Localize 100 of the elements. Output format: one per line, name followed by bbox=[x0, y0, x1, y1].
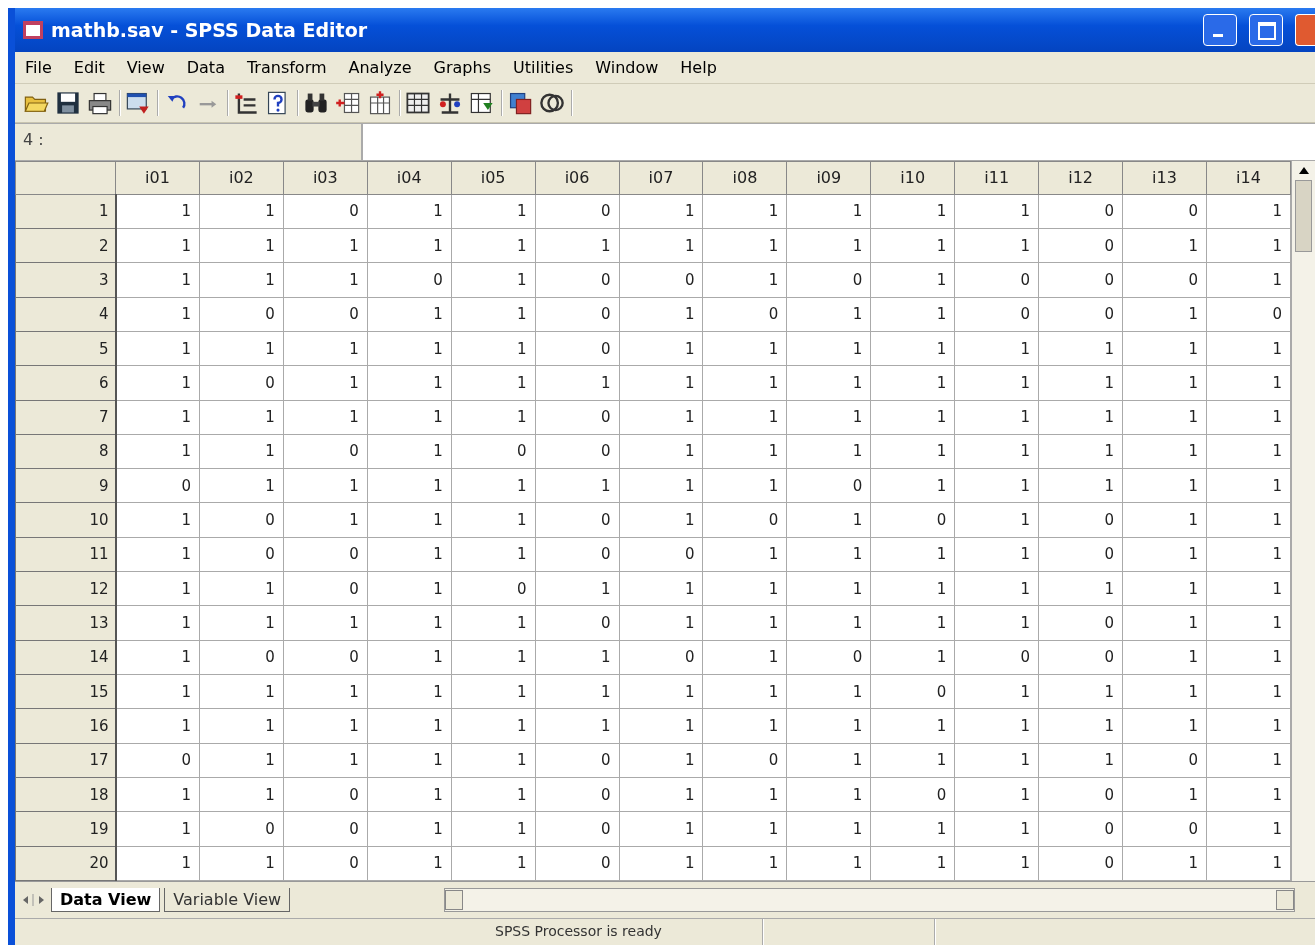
table-cell[interactable]: 1 bbox=[1122, 365, 1207, 400]
table-cell[interactable]: 1 bbox=[870, 811, 955, 847]
table-cell[interactable]: 1 bbox=[451, 331, 536, 366]
table-cell[interactable]: 0 bbox=[199, 811, 284, 847]
table-cell[interactable]: 1 bbox=[1206, 331, 1291, 366]
table-cell[interactable]: 1 bbox=[1206, 811, 1291, 847]
table-cell[interactable]: 0 bbox=[1038, 605, 1123, 641]
table-cell[interactable]: 1 bbox=[283, 400, 368, 435]
table-cell[interactable]: 1 bbox=[702, 468, 787, 503]
column-header[interactable]: i04 bbox=[367, 161, 452, 195]
table-cell[interactable]: 1 bbox=[1206, 743, 1291, 778]
value-labels-icon[interactable] bbox=[507, 90, 533, 116]
table-cell[interactable]: 1 bbox=[954, 571, 1039, 606]
table-cell[interactable]: 1 bbox=[283, 468, 368, 503]
table-cell[interactable]: 0 bbox=[786, 640, 871, 675]
table-cell[interactable]: 1 bbox=[1206, 708, 1291, 744]
table-cell[interactable]: 0 bbox=[535, 297, 620, 332]
row-header[interactable]: 18 bbox=[15, 777, 116, 812]
table-cell[interactable]: 0 bbox=[451, 571, 536, 606]
table-cell[interactable]: 1 bbox=[367, 640, 452, 675]
table-cell[interactable]: 1 bbox=[451, 502, 536, 538]
table-cell[interactable]: 1 bbox=[1122, 605, 1207, 641]
cell-value-field[interactable] bbox=[363, 124, 1315, 160]
table-cell[interactable]: 1 bbox=[115, 571, 200, 606]
table-cell[interactable]: 1 bbox=[702, 537, 787, 572]
table-cell[interactable]: 1 bbox=[115, 811, 200, 847]
table-cell[interactable]: 1 bbox=[451, 228, 536, 263]
table-cell[interactable]: 1 bbox=[870, 228, 955, 263]
table-cell[interactable]: 1 bbox=[954, 434, 1039, 469]
table-cell[interactable]: 1 bbox=[283, 228, 368, 263]
row-header[interactable]: 2 bbox=[15, 228, 116, 263]
table-cell[interactable]: 1 bbox=[702, 228, 787, 263]
table-cell[interactable]: 1 bbox=[619, 846, 703, 881]
horizontal-scrollbar[interactable] bbox=[444, 888, 1295, 912]
table-cell[interactable]: 0 bbox=[535, 811, 620, 847]
table-cell[interactable]: 0 bbox=[1038, 640, 1123, 675]
table-cell[interactable]: 0 bbox=[1038, 846, 1123, 881]
table-cell[interactable]: 1 bbox=[870, 400, 955, 435]
table-cell[interactable]: 0 bbox=[283, 297, 368, 332]
table-cell[interactable]: 1 bbox=[1206, 468, 1291, 503]
table-cell[interactable]: 1 bbox=[199, 743, 284, 778]
table-cell[interactable]: 1 bbox=[870, 708, 955, 744]
table-cell[interactable]: 1 bbox=[786, 811, 871, 847]
table-cell[interactable]: 1 bbox=[451, 400, 536, 435]
table-cell[interactable]: 0 bbox=[535, 605, 620, 641]
row-header[interactable]: 12 bbox=[15, 571, 116, 606]
table-cell[interactable]: 1 bbox=[870, 640, 955, 675]
table-cell[interactable]: 0 bbox=[702, 502, 787, 538]
table-cell[interactable]: 1 bbox=[451, 674, 536, 709]
table-cell[interactable]: 1 bbox=[786, 674, 871, 709]
column-header[interactable]: i06 bbox=[535, 161, 620, 195]
column-header[interactable]: i01 bbox=[115, 161, 200, 195]
table-cell[interactable]: 1 bbox=[199, 708, 284, 744]
table-cell[interactable]: 0 bbox=[1038, 811, 1123, 847]
table-cell[interactable]: 1 bbox=[619, 228, 703, 263]
table-cell[interactable]: 1 bbox=[619, 400, 703, 435]
table-cell[interactable]: 1 bbox=[1206, 365, 1291, 400]
menu-item[interactable]: Transform bbox=[246, 58, 327, 77]
table-cell[interactable]: 1 bbox=[619, 571, 703, 606]
dialog-icon[interactable] bbox=[125, 90, 151, 116]
table-cell[interactable]: 1 bbox=[367, 468, 452, 503]
table-cell[interactable]: 1 bbox=[1122, 400, 1207, 435]
table-cell[interactable]: 1 bbox=[115, 502, 200, 538]
table-cell[interactable]: 1 bbox=[367, 331, 452, 366]
row-header[interactable]: 6 bbox=[15, 365, 116, 400]
table-cell[interactable]: 1 bbox=[1206, 674, 1291, 709]
table-cell[interactable]: 1 bbox=[367, 400, 452, 435]
table-cell[interactable]: 0 bbox=[199, 640, 284, 675]
table-cell[interactable]: 1 bbox=[954, 365, 1039, 400]
table-cell[interactable]: 1 bbox=[786, 400, 871, 435]
table-cell[interactable]: 1 bbox=[115, 708, 200, 744]
table-cell[interactable]: 0 bbox=[199, 537, 284, 572]
table-cell[interactable]: 1 bbox=[870, 468, 955, 503]
table-cell[interactable]: 1 bbox=[283, 674, 368, 709]
table-cell[interactable]: 1 bbox=[283, 262, 368, 298]
table-cell[interactable]: 1 bbox=[702, 777, 787, 812]
table-cell[interactable]: 1 bbox=[1122, 571, 1207, 606]
row-header[interactable]: 9 bbox=[15, 468, 116, 503]
table-cell[interactable]: 0 bbox=[1038, 262, 1123, 298]
row-header[interactable]: 20 bbox=[15, 846, 116, 881]
table-cell[interactable]: 0 bbox=[367, 262, 452, 298]
table-cell[interactable]: 0 bbox=[786, 468, 871, 503]
table-cell[interactable]: 1 bbox=[199, 434, 284, 469]
row-header[interactable]: 10 bbox=[15, 502, 116, 538]
row-header[interactable]: 19 bbox=[15, 811, 116, 847]
table-cell[interactable]: 1 bbox=[451, 777, 536, 812]
table-cell[interactable]: 1 bbox=[702, 605, 787, 641]
printer-icon[interactable] bbox=[87, 90, 113, 116]
table-cell[interactable]: 1 bbox=[1038, 743, 1123, 778]
table-cell[interactable]: 1 bbox=[1206, 434, 1291, 469]
table-cell[interactable]: 1 bbox=[535, 640, 620, 675]
table-cell[interactable]: 0 bbox=[954, 640, 1039, 675]
table-cell[interactable]: 1 bbox=[367, 537, 452, 572]
table-cell[interactable]: 1 bbox=[115, 262, 200, 298]
table-cell[interactable]: 1 bbox=[199, 262, 284, 298]
table-cell[interactable]: 1 bbox=[115, 537, 200, 572]
table-cell[interactable]: 1 bbox=[619, 331, 703, 366]
table-cell[interactable]: 1 bbox=[367, 777, 452, 812]
table-cell[interactable]: 1 bbox=[199, 846, 284, 881]
table-cell[interactable]: 1 bbox=[1122, 777, 1207, 812]
